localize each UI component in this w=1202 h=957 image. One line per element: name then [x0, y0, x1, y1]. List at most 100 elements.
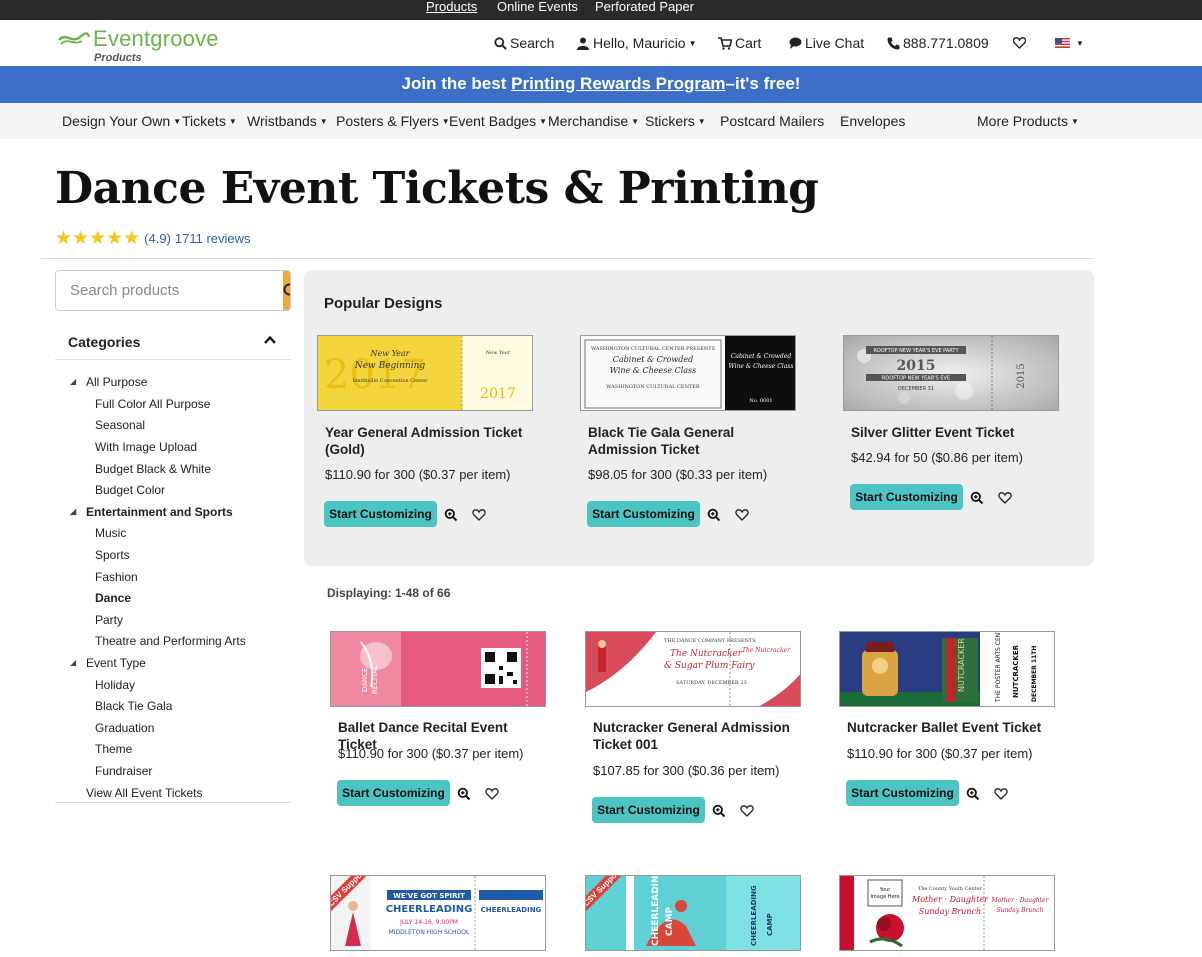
- product-name[interactable]: Black Tie Gala General Admission Ticket: [588, 424, 798, 458]
- header-phone[interactable]: 888.771.0809: [886, 20, 989, 66]
- product-thumbnail[interactable]: 2017 New Year New Beginning Smithville C…: [317, 335, 533, 411]
- categories-header[interactable]: Categories: [55, 326, 291, 360]
- product-thumbnail[interactable]: WE'VE GOT SPIRIT CHEERLEADING JULY 14-16…: [330, 875, 546, 951]
- site-header: Eventgroove Products Search Hello, Mauri…: [0, 20, 1202, 66]
- start-customizing-button[interactable]: Start Customizing: [592, 797, 705, 823]
- category-item[interactable]: Music: [95, 524, 126, 542]
- header-account[interactable]: Hello, Mauricio ▼: [576, 20, 697, 66]
- product-name[interactable]: Year General Admission Ticket (Gold): [325, 424, 535, 458]
- product-thumbnail[interactable]: WASHINGTON CULTURAL CENTER PRESENTS Cabi…: [580, 335, 796, 411]
- product-thumbnail[interactable]: DANCE RECITAL: [330, 631, 546, 707]
- category-item[interactable]: Seasonal: [95, 416, 145, 434]
- product-name[interactable]: Nutcracker Ballet Event Ticket: [847, 719, 1057, 736]
- svg-text:JULY 14-16, 9:00PM: JULY 14-16, 9:00PM: [399, 919, 458, 926]
- zoom-icon[interactable]: [457, 787, 471, 801]
- svg-text:MIDDLETON HIGH SCHOOL: MIDDLETON HIGH SCHOOL: [389, 929, 470, 936]
- category-item[interactable]: With Image Upload: [95, 438, 197, 456]
- category-item[interactable]: Graduation: [95, 719, 154, 737]
- header-phone-number: 888.771.0809: [903, 35, 989, 51]
- reviews-link[interactable]: 1711 reviews: [175, 231, 251, 246]
- nav-design-your-own[interactable]: Design Your Own ▼: [62, 103, 181, 139]
- svg-text:THE DANCE COMPANY PRESENTS: THE DANCE COMPANY PRESENTS: [664, 638, 756, 644]
- heart-icon[interactable]: [735, 508, 749, 522]
- nav-more-products[interactable]: More Products ▼: [977, 103, 1079, 139]
- categories-label: Categories: [68, 334, 141, 350]
- product-thumbnail[interactable]: CHEERLEADING CAMP CHEERLEADING CAMP CSV …: [585, 875, 801, 951]
- rating-summary[interactable]: ★★★★★ (4.9) 1711 reviews: [55, 227, 251, 249]
- star-rating-icon: ★★★★★: [55, 227, 141, 249]
- heart-icon[interactable]: [472, 508, 486, 522]
- heart-icon[interactable]: [994, 787, 1008, 801]
- start-customizing-button[interactable]: Start Customizing: [337, 780, 450, 806]
- topbar-link-perforated-paper[interactable]: Perforated Paper: [595, 0, 694, 20]
- start-customizing-button[interactable]: Start Customizing: [587, 501, 700, 527]
- nav-merchandise[interactable]: Merchandise ▼: [548, 103, 639, 139]
- nav-envelopes[interactable]: Envelopes: [840, 103, 905, 139]
- product-thumbnail[interactable]: THE DANCE COMPANY PRESENTS The Nutcracke…: [585, 631, 801, 707]
- svg-text:THE POSTER ARTS CENTER: THE POSTER ARTS CENTER: [995, 632, 1002, 703]
- svg-text:WASHINGTON CULTURAL CENTER: WASHINGTON CULTURAL CENTER: [606, 384, 700, 390]
- search-input[interactable]: [56, 271, 283, 310]
- zoom-icon[interactable]: [712, 804, 726, 818]
- category-group-event-type[interactable]: ◢ Event Type: [70, 654, 146, 672]
- header-search[interactable]: Search: [493, 20, 554, 66]
- topbar-link-online-events[interactable]: Online Events: [497, 0, 578, 20]
- product-thumbnail[interactable]: Your Image Here The County Youth Center …: [839, 875, 1055, 951]
- category-item-active[interactable]: Dance: [95, 589, 131, 607]
- zoom-icon[interactable]: [970, 491, 984, 505]
- zoom-icon[interactable]: [966, 787, 980, 801]
- category-item[interactable]: Fundraiser: [95, 762, 152, 780]
- category-item[interactable]: Theme: [95, 740, 132, 758]
- category-item[interactable]: Party: [95, 611, 123, 629]
- nav-event-badges[interactable]: Event Badges ▼: [449, 103, 547, 139]
- product-price: $107.85 for 300 ($0.36 per item): [593, 763, 780, 778]
- category-group-all-purpose[interactable]: ◢ All Purpose: [70, 373, 147, 391]
- heart-icon[interactable]: [485, 787, 499, 801]
- category-item[interactable]: Holiday: [95, 676, 135, 694]
- category-item[interactable]: Budget Black & White: [95, 460, 211, 478]
- brand-logo[interactable]: Eventgroove Products: [58, 26, 238, 64]
- product-name[interactable]: Nutcracker General Admission Ticket 001: [593, 719, 803, 753]
- product-thumbnail[interactable]: ROOFTOP NEW YEAR'S EVE PARTY 2015 ROOFTO…: [843, 335, 1059, 411]
- product-price: $98.05 for 300 ($0.33 per item): [588, 467, 768, 482]
- category-item[interactable]: Full Color All Purpose: [95, 395, 210, 413]
- svg-text:New Beginning: New Beginning: [354, 361, 426, 371]
- nav-stickers[interactable]: Stickers ▼: [645, 103, 706, 139]
- language-caret-icon: ▼: [1076, 38, 1084, 48]
- category-item[interactable]: Budget Color: [95, 481, 165, 499]
- heart-icon[interactable]: [998, 491, 1012, 505]
- category-item[interactable]: Fashion: [95, 568, 138, 586]
- search-button[interactable]: [283, 271, 290, 310]
- start-customizing-button[interactable]: Start Customizing: [846, 780, 959, 806]
- category-item[interactable]: Sports: [95, 546, 130, 564]
- category-group-entertainment[interactable]: ◢ Entertainment and Sports: [70, 503, 233, 521]
- zoom-icon[interactable]: [444, 508, 458, 522]
- search-icon: [493, 36, 507, 50]
- heart-icon[interactable]: [740, 804, 754, 818]
- topbar-link-products[interactable]: Products: [426, 0, 477, 20]
- category-item[interactable]: Black Tie Gala: [95, 697, 172, 715]
- product-name[interactable]: Silver Glitter Event Ticket: [851, 424, 1061, 441]
- nav-wristbands[interactable]: Wristbands ▼: [247, 103, 328, 139]
- promo-rewards-link[interactable]: Printing Rewards Program: [511, 74, 725, 93]
- nav-tickets[interactable]: Tickets ▼: [182, 103, 237, 139]
- svg-text:& Sugar Plum Fairy: & Sugar Plum Fairy: [664, 661, 755, 671]
- header-cart[interactable]: Cart: [718, 20, 761, 66]
- nav-postcard-mailers[interactable]: Postcard Mailers: [720, 103, 824, 139]
- header-live-chat[interactable]: Live Chat: [788, 20, 864, 66]
- category-item[interactable]: Theatre and Performing Arts: [95, 632, 246, 650]
- start-customizing-button[interactable]: Start Customizing: [850, 484, 963, 510]
- chevron-down-icon: ▼: [1071, 117, 1079, 126]
- product-thumbnail[interactable]: NUTCRACKER THE POSTER ARTS CENTER NUTCRA…: [839, 631, 1055, 707]
- svg-text:Your: Your: [879, 887, 892, 893]
- zoom-icon[interactable]: [707, 508, 721, 522]
- svg-text:Cabinet & Crowded: Cabinet & Crowded: [613, 355, 693, 364]
- view-all-link[interactable]: View All Event Tickets: [86, 784, 203, 802]
- header-wishlist[interactable]: [1012, 20, 1029, 66]
- svg-text:NUTCRACKER: NUTCRACKER: [957, 638, 966, 692]
- svg-text:Wine & Cheese Class: Wine & Cheese Class: [610, 366, 697, 375]
- language-selector[interactable]: ▼: [1054, 20, 1084, 66]
- svg-text:CAMP: CAMP: [665, 906, 675, 936]
- start-customizing-button[interactable]: Start Customizing: [324, 501, 437, 527]
- nav-posters-flyers[interactable]: Posters & Flyers ▼: [336, 103, 450, 139]
